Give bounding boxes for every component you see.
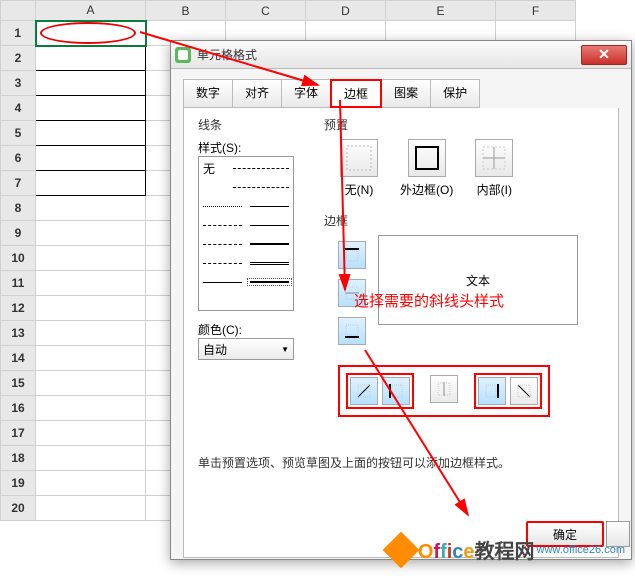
col-header-B[interactable]: B	[146, 1, 226, 21]
cell[interactable]	[36, 296, 146, 321]
line-style-list[interactable]: 无	[198, 156, 294, 311]
row-header[interactable]: 20	[1, 496, 36, 521]
col-header-E[interactable]: E	[386, 1, 496, 21]
border-vcenter-button[interactable]	[430, 375, 458, 403]
color-label: 颜色(C):	[198, 321, 308, 338]
preset-outer-label: 外边框(O)	[400, 181, 453, 198]
cell[interactable]	[36, 71, 146, 96]
titlebar[interactable]: 单元格格式 ✕	[171, 41, 631, 69]
app-icon	[175, 47, 191, 63]
row-header[interactable]: 2	[1, 46, 36, 71]
cell[interactable]	[36, 321, 146, 346]
cell[interactable]	[36, 171, 146, 196]
tab-align[interactable]: 对齐	[232, 79, 282, 108]
diagonal-row-highlight	[338, 365, 550, 417]
col-header-D[interactable]: D	[306, 1, 386, 21]
format-cells-dialog: 单元格格式 ✕ 数字 对齐 字体 边框 图案 保护 线条 样式(S): 无 颜色…	[170, 40, 632, 560]
cell[interactable]	[36, 196, 146, 221]
color-value: 自动	[203, 341, 227, 358]
tab-pattern[interactable]: 图案	[381, 79, 431, 108]
border-left-button[interactable]	[382, 377, 410, 405]
select-all-corner[interactable]	[1, 1, 36, 21]
preset-none-label: 无(N)	[345, 181, 374, 198]
hint-text: 单击预置选项、预览草图及上面的按钮可以添加边框样式。	[198, 454, 510, 471]
preset-inner-button[interactable]	[475, 139, 513, 177]
row-header[interactable]: 18	[1, 446, 36, 471]
cell[interactable]	[36, 246, 146, 271]
cell[interactable]	[36, 146, 146, 171]
cell[interactable]	[36, 446, 146, 471]
row-header[interactable]: 8	[1, 196, 36, 221]
style-none[interactable]: 无	[203, 160, 233, 177]
preset-none-button[interactable]	[340, 139, 378, 177]
cell[interactable]	[36, 121, 146, 146]
row-header[interactable]: 19	[1, 471, 36, 496]
cell[interactable]	[36, 371, 146, 396]
row-header[interactable]: 16	[1, 396, 36, 421]
row-header[interactable]: 5	[1, 121, 36, 146]
tab-border[interactable]: 边框	[330, 79, 382, 108]
border-diag-up-button[interactable]	[350, 377, 378, 405]
row-header[interactable]: 10	[1, 246, 36, 271]
row-header[interactable]: 17	[1, 421, 36, 446]
row-header[interactable]: 3	[1, 71, 36, 96]
border-preview: 文本	[378, 235, 578, 325]
close-button[interactable]: ✕	[581, 45, 627, 65]
cell[interactable]	[36, 346, 146, 371]
col-header-A[interactable]: A	[36, 1, 146, 21]
row-header[interactable]: 13	[1, 321, 36, 346]
cell[interactable]	[36, 421, 146, 446]
row-header[interactable]: 14	[1, 346, 36, 371]
style-label: 样式(S):	[198, 139, 308, 156]
col-header-F[interactable]: F	[496, 1, 576, 21]
chevron-down-icon: ▼	[281, 345, 289, 354]
row-header[interactable]: 11	[1, 271, 36, 296]
border-top-button[interactable]	[338, 241, 366, 269]
cell[interactable]	[36, 46, 146, 71]
row-header[interactable]: 1	[1, 21, 36, 46]
cell[interactable]	[36, 221, 146, 246]
preset-outer-button[interactable]	[408, 139, 446, 177]
row-header[interactable]: 15	[1, 371, 36, 396]
tab-protect[interactable]: 保护	[430, 79, 480, 108]
line-section-label: 线条	[198, 116, 308, 133]
cell[interactable]	[36, 271, 146, 296]
row-header[interactable]: 9	[1, 221, 36, 246]
border-middle-button[interactable]	[338, 279, 366, 307]
cell[interactable]	[36, 396, 146, 421]
tab-content: 线条 样式(S): 无 颜色(C): 自动 ▼ 预置	[183, 108, 619, 558]
ok-button[interactable]: 确定	[526, 521, 604, 547]
preset-inner-label: 内部(I)	[477, 181, 512, 198]
column-headers: A B C D E F	[1, 1, 576, 21]
dialog-title: 单元格格式	[197, 46, 257, 63]
tab-number[interactable]: 数字	[183, 79, 233, 108]
row-header[interactable]: 12	[1, 296, 36, 321]
preview-text: 文本	[466, 272, 490, 289]
cell[interactable]	[36, 21, 146, 46]
tab-font[interactable]: 字体	[281, 79, 331, 108]
row-header[interactable]: 6	[1, 146, 36, 171]
border-right-button[interactable]	[478, 377, 506, 405]
tabstrip: 数字 对齐 字体 边框 图案 保护	[171, 69, 631, 108]
cancel-button-fragment[interactable]	[606, 521, 630, 547]
border-section-label: 边框	[324, 212, 608, 229]
row-header[interactable]: 4	[1, 96, 36, 121]
color-dropdown[interactable]: 自动 ▼	[198, 338, 294, 360]
col-header-C[interactable]: C	[226, 1, 306, 21]
row-header[interactable]: 7	[1, 171, 36, 196]
preset-section-label: 预置	[324, 116, 608, 133]
cell[interactable]	[36, 496, 146, 521]
border-diag-down-button[interactable]	[510, 377, 538, 405]
border-bottom-button[interactable]	[338, 317, 366, 345]
cell[interactable]	[36, 471, 146, 496]
cell[interactable]	[36, 96, 146, 121]
